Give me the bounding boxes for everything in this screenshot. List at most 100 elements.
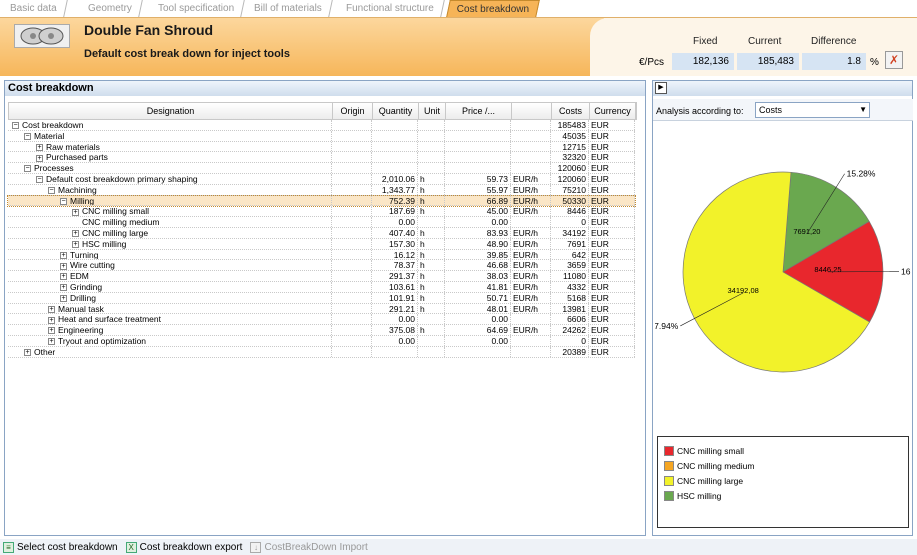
- cell-price: [445, 141, 511, 152]
- cell-origin: [332, 163, 372, 173]
- pie-value-label: 7691,20: [793, 227, 820, 236]
- cell-price-unit: EUR/h: [511, 249, 551, 260]
- col-origin[interactable]: Origin: [333, 103, 373, 119]
- costbreakdown-import-button[interactable]: ↓ CostBreakDown Import: [250, 541, 368, 553]
- col-unit[interactable]: Unit: [419, 103, 446, 119]
- table-row[interactable]: + Grinding 103.61 h 41.81 EUR/h 4332 EUR: [8, 281, 635, 293]
- expand-icon[interactable]: +: [60, 273, 67, 281]
- tab-basic-data[interactable]: Basic data: [0, 0, 68, 17]
- cell-origin: [332, 325, 372, 335]
- expand-icon[interactable]: +: [36, 154, 43, 162]
- cell-origin: [332, 173, 372, 184]
- fixed-label: Fixed: [693, 36, 718, 47]
- table-row[interactable]: + CNC milling large 407.40 h 83.93 EUR/h 34192…: [8, 227, 635, 239]
- analysis-select[interactable]: Costs ▼: [755, 102, 870, 118]
- expand-icon[interactable]: +: [72, 241, 79, 249]
- expand-icon[interactable]: +: [48, 327, 55, 335]
- tab-geometry[interactable]: Geometry: [78, 0, 143, 17]
- expand-icon[interactable]: +: [60, 251, 67, 259]
- table-row[interactable]: + HSC milling 157.30 h 48.90 EUR/h 7691 EUR: [8, 238, 635, 250]
- import-icon: ↓: [250, 541, 262, 553]
- collapse-icon[interactable]: −: [24, 165, 31, 173]
- pin-icon[interactable]: ✗: [885, 51, 903, 69]
- expand-icon[interactable]: +: [72, 208, 79, 216]
- cell-currency: EUR: [589, 141, 635, 152]
- expand-icon[interactable]: +: [48, 305, 55, 313]
- cell-quantity: 407.40: [372, 227, 418, 238]
- cell-currency: EUR: [589, 281, 635, 292]
- expand-icon[interactable]: +: [72, 230, 79, 238]
- table-row[interactable]: + Other 20389 EUR: [8, 346, 635, 358]
- cell-designation: − Milling: [8, 195, 332, 206]
- current-value: 185,483: [737, 53, 799, 70]
- cell-currency: EUR: [589, 120, 635, 130]
- collapse-icon[interactable]: −: [60, 197, 67, 205]
- cell-price: 59.73: [445, 173, 511, 184]
- cell-quantity: 1,343.77: [372, 184, 418, 195]
- cell-quantity: 157.30: [372, 238, 418, 249]
- cell-origin: [332, 303, 372, 314]
- expand-icon[interactable]: +: [48, 316, 55, 324]
- collapse-icon[interactable]: −: [24, 133, 31, 141]
- collapse-icon[interactable]: −: [12, 122, 19, 130]
- expand-icon[interactable]: +: [36, 143, 43, 151]
- table-row[interactable]: + Engineering 375.08 h 64.69 EUR/h 24262 EUR: [8, 325, 635, 336]
- expand-icon[interactable]: +: [60, 262, 67, 270]
- col-costs[interactable]: Costs: [552, 103, 590, 119]
- table-row[interactable]: + Raw materials 12715 EUR: [8, 141, 635, 153]
- tab-functional-structure[interactable]: Functional structure: [336, 0, 445, 17]
- table-row[interactable]: CNC milling medium 0.00 0.00 0 EUR: [8, 217, 635, 228]
- panel-toggle-icon[interactable]: ▶: [655, 82, 667, 94]
- table-row[interactable]: − Material 45035 EUR: [8, 130, 635, 142]
- tab-bill-of-materials[interactable]: Bill of materials: [244, 0, 333, 17]
- cell-designation: + EDM: [8, 271, 332, 281]
- col-quantity[interactable]: Quantity: [373, 103, 419, 119]
- table-row[interactable]: + Manual task 291.21 h 48.01 EUR/h 13981 EUR: [8, 303, 635, 315]
- cell-costs: 24262: [551, 325, 589, 335]
- col-currency[interactable]: Currency: [590, 103, 636, 119]
- table-row[interactable]: − Processes 120060 EUR: [8, 163, 635, 174]
- expand-icon[interactable]: +: [24, 348, 31, 356]
- cell-quantity: [372, 130, 418, 141]
- cell-costs: 3659: [551, 260, 589, 271]
- table-row[interactable]: + Wire cutting 78.37 h 46.68 EUR/h 3659 EUR: [8, 260, 635, 272]
- cell-currency: EUR: [589, 335, 635, 346]
- tab-cost-breakdown[interactable]: Cost breakdown: [446, 0, 541, 17]
- row-designation-text: Tryout and optimization: [58, 335, 147, 346]
- table-row[interactable]: + EDM 291.37 h 38.03 EUR/h 11080 EUR: [8, 271, 635, 282]
- expand-icon[interactable]: +: [60, 295, 67, 302]
- table-row[interactable]: + Purchased parts 32320 EUR: [8, 152, 635, 164]
- expand-icon[interactable]: +: [60, 284, 67, 292]
- table-row[interactable]: + CNC milling small 187.69 h 45.00 EUR/h 8446 E…: [8, 206, 635, 218]
- expand-icon[interactable]: +: [48, 338, 55, 346]
- table-row[interactable]: + Tryout and optimization 0.00 0.00 0 EUR: [8, 335, 635, 347]
- table-row[interactable]: − Default cost breakdown primary shaping 2…: [8, 173, 635, 185]
- row-designation-text: CNC milling medium: [82, 217, 160, 227]
- cell-costs: 642: [551, 249, 589, 260]
- collapse-icon[interactable]: −: [48, 187, 55, 195]
- cell-designation: + Other: [8, 346, 332, 357]
- cell-quantity: 103.61: [372, 281, 418, 292]
- cell-costs: 7691: [551, 238, 589, 249]
- header-banner: Double Fan Shroud Default cost break dow…: [0, 18, 604, 76]
- cell-unit: [418, 152, 445, 163]
- select-cost-breakdown-button[interactable]: ≡ Select cost breakdown: [3, 541, 118, 553]
- cell-designation: + Tryout and optimization: [8, 335, 332, 346]
- cell-currency: EUR: [589, 314, 635, 325]
- cell-price: 46.68: [445, 260, 511, 271]
- tab-tool-specification[interactable]: Tool specification: [148, 0, 245, 17]
- col-designation[interactable]: Designation: [9, 103, 333, 119]
- col-price[interactable]: Price /...: [446, 103, 512, 119]
- table-row[interactable]: + Turning 16.12 h 39.85 EUR/h 642 EUR: [8, 249, 635, 261]
- difference-value: 1.8: [802, 53, 866, 70]
- table-row[interactable]: − Machining 1,343.77 h 55.97 EUR/h 75210 EUR: [8, 184, 635, 196]
- col-price-unit[interactable]: [512, 103, 552, 119]
- table-row[interactable]: − Cost breakdown 185483 EUR: [8, 120, 635, 131]
- cell-costs: 50330: [551, 195, 589, 206]
- cost-breakdown-export-button[interactable]: X Cost breakdown export: [125, 541, 242, 553]
- table-row[interactable]: + Drilling 101.91 h 50.71 EUR/h 5168 EUR: [8, 292, 635, 304]
- table-row[interactable]: − Milling 752.39 h 66.89 EUR/h 50330 EUR: [7, 194, 636, 208]
- collapse-icon[interactable]: −: [36, 176, 43, 184]
- table-row[interactable]: + Heat and surface treatment 0.00 0.00 6606 E…: [8, 314, 635, 326]
- cell-price-unit: [511, 217, 551, 227]
